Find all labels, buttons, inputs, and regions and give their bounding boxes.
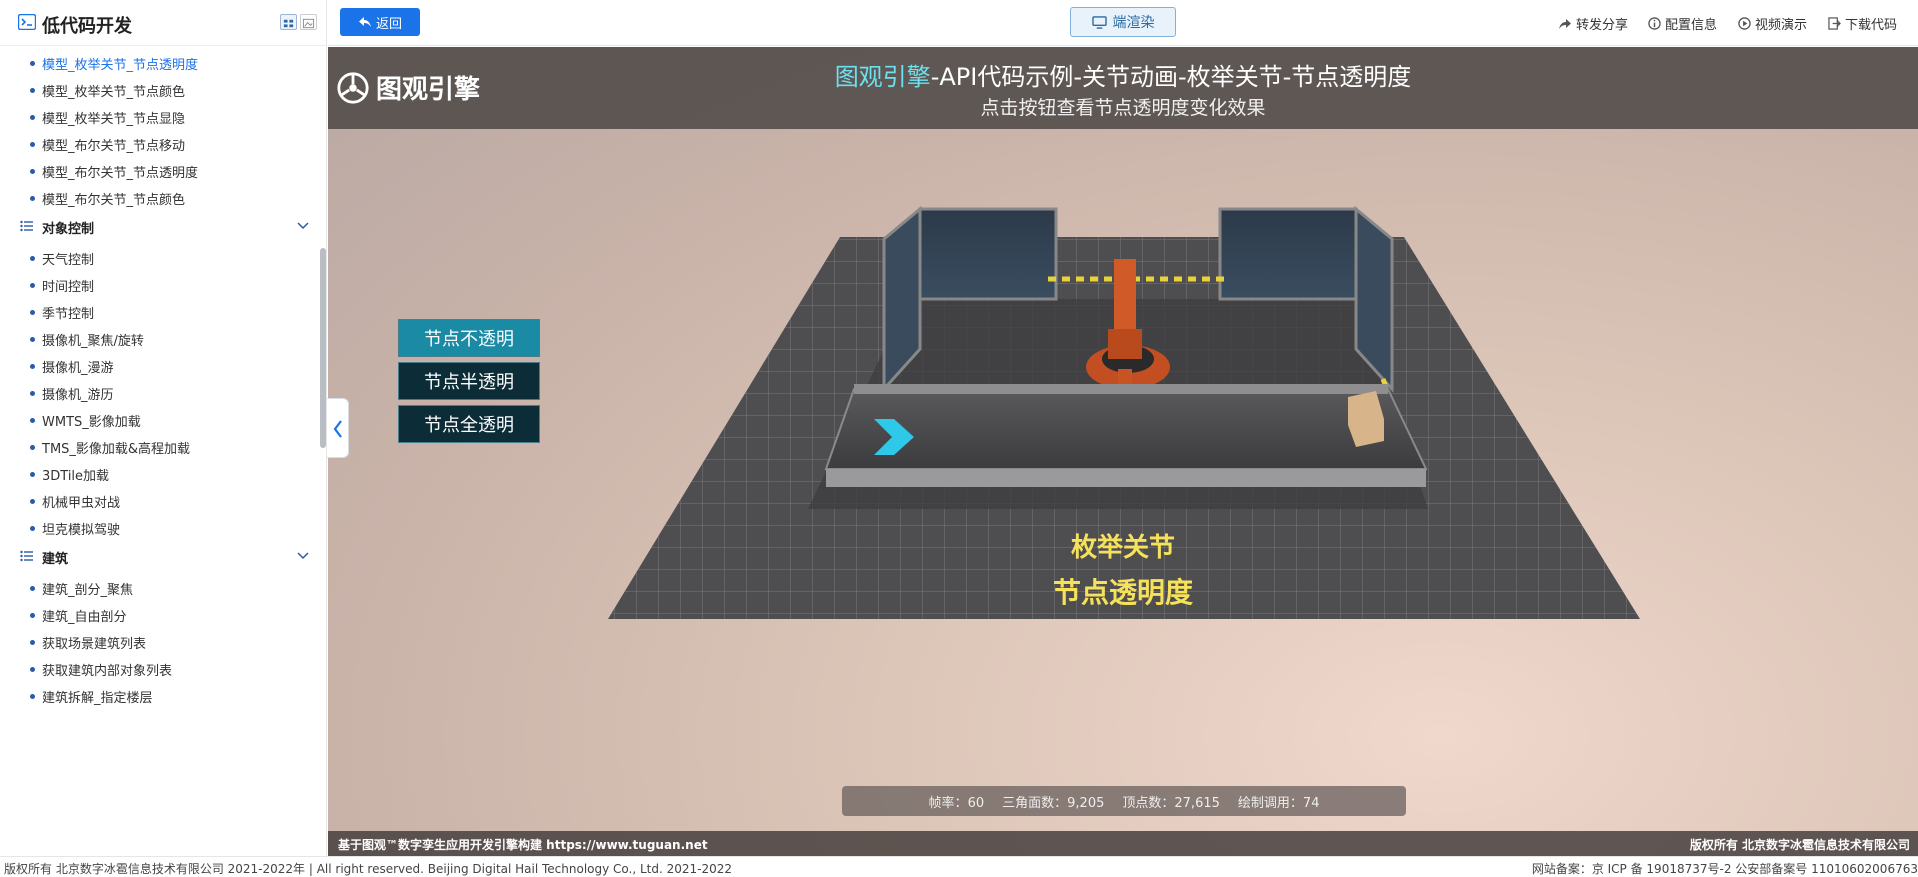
title-rest: -API代码示例-关节动画-枚举关节-节点透明度 xyxy=(930,63,1412,91)
render-label: 端渲染 xyxy=(1112,15,1155,31)
glass-wall-right xyxy=(1218,207,1358,301)
sidebar-item[interactable]: 季节控制 xyxy=(29,303,94,322)
footer-copyright: 版权所有 北京数字冰雹信息技术有限公司 xyxy=(1689,838,1910,852)
page-footer: 版权所有 北京数字冰雹信息技术有限公司 2021-2022年 | All rig… xyxy=(0,856,1918,877)
download-label: 下载代码 xyxy=(1845,18,1898,33)
play-icon xyxy=(1738,17,1751,30)
group-label: 建筑 xyxy=(42,552,69,567)
sidebar-item[interactable]: 模型_枚举关节_节点透明度 xyxy=(29,54,198,73)
fully-transparent-button[interactable]: 节点全透明 xyxy=(398,405,540,443)
conveyor-rail xyxy=(854,384,1388,394)
share-icon xyxy=(1559,18,1571,29)
copyright-text: 版权所有 北京数字冰雹信息技术有限公司 2021-2022年 | All rig… xyxy=(4,862,733,876)
scene-label-line1: 枚举关节 xyxy=(1071,532,1175,563)
render-mode-button[interactable]: 端渲染 xyxy=(1070,7,1176,37)
sidebar-item[interactable]: 模型_枚举关节_节点显隐 xyxy=(29,108,185,127)
top-bar: 返回 端渲染 转发分享 配置信息 视频演示 下载代码 xyxy=(328,0,1918,46)
sidebar-item[interactable]: 摄像机_漫游 xyxy=(30,357,114,376)
icp-record[interactable]: 网站备案：京 ICP 备 19018737号-2 公安部备案号 11010602… xyxy=(1532,860,1918,877)
collapse-sidebar-button[interactable] xyxy=(327,398,349,458)
grid-view-icon[interactable] xyxy=(280,14,297,30)
scene-canvas[interactable]: 枚举关节 节点透明度 xyxy=(328,129,1918,829)
stat-vertices: 顶点数：27,615 xyxy=(1122,795,1220,811)
download-code-link[interactable]: 下载代码 xyxy=(1828,14,1897,33)
sidebar-list[interactable]: 模型_枚举关节_节点透明度 模型_枚举关节_节点颜色 模型_枚举关节_节点显隐 … xyxy=(0,46,326,856)
share-label: 转发分享 xyxy=(1576,18,1629,33)
viewport-footer: 基于图观™数字孪生应用开发引擎构建 https://www.tuguan.net… xyxy=(328,831,1918,856)
sidebar-item[interactable]: 时间控制 xyxy=(29,276,94,295)
sidebar-item[interactable]: 模型_布尔关节_节点透明度 xyxy=(29,162,198,181)
sidebar-item[interactable]: 建筑_自由剖分 xyxy=(30,606,127,625)
sidebar-title: 低代码开发 xyxy=(42,16,132,37)
list-icon xyxy=(20,550,33,562)
stat-triangles: 三角面数：9,205 xyxy=(1002,795,1105,811)
sidebar-item[interactable]: 摄像机_游历 xyxy=(30,384,114,403)
chevron-down-icon[interactable] xyxy=(296,218,310,232)
video-demo-link[interactable]: 视频演示 xyxy=(1738,14,1807,33)
sidebar-item[interactable]: 机械甲虫对战 xyxy=(29,492,120,511)
opaque-button[interactable]: 节点不透明 xyxy=(398,319,540,357)
render-stats: 帧率：60 三角面数：9,205 顶点数：27,615 绘制调用：74 xyxy=(842,786,1406,816)
conveyor-front xyxy=(826,469,1426,487)
image-view-icon[interactable] xyxy=(300,14,317,30)
viewport-title: 图观引擎-API代码示例-关节动画-枚举关节-节点透明度 xyxy=(328,57,1918,92)
sidebar-item[interactable]: TMS_影像加载&高程加载 xyxy=(29,438,190,457)
sidebar-header: 低代码开发 xyxy=(0,0,326,46)
monitor-icon xyxy=(1091,15,1107,29)
sidebar-scrollbar[interactable] xyxy=(320,248,326,448)
sidebar-item[interactable]: 模型_枚举关节_节点颜色 xyxy=(29,81,185,100)
sidebar-item[interactable]: 模型_布尔关节_节点移动 xyxy=(29,135,185,154)
sidebar-item[interactable]: 坦克模拟驾驶 xyxy=(29,519,120,538)
config-info-link[interactable]: 配置信息 xyxy=(1648,14,1717,33)
semi-transparent-button[interactable]: 节点半透明 xyxy=(398,362,540,400)
viewport-header: 图观引擎 图观引擎-API代码示例-关节动画-枚举关节-节点透明度 点击按钮查看… xyxy=(328,47,1918,129)
list-icon xyxy=(20,220,33,232)
glass-wall-left xyxy=(918,207,1058,301)
back-button[interactable]: 返回 xyxy=(340,8,420,36)
sidebar-item[interactable]: 天气控制 xyxy=(29,249,94,268)
sidebar-item[interactable]: WMTS_影像加载 xyxy=(30,411,141,430)
footer-credit: 基于图观™数字孪生应用开发引擎构建 https://www.tuguan.net xyxy=(338,838,708,852)
info-icon xyxy=(1648,17,1661,30)
viewport-subtitle: 点击按钮查看节点透明度变化效果 xyxy=(980,97,1266,119)
sidebar-item[interactable]: 3DTile加载 xyxy=(29,465,109,484)
sidebar-item[interactable]: 获取场景建筑列表 xyxy=(29,633,146,652)
sidebar-item[interactable]: 建筑_剖分_聚焦 xyxy=(29,579,133,598)
scene-label-line2: 节点透明度 xyxy=(1053,576,1193,609)
back-arrow-icon xyxy=(358,17,371,27)
chevron-down-icon[interactable] xyxy=(296,548,310,562)
stat-fps: 帧率：60 xyxy=(928,795,985,811)
3d-viewport[interactable]: 图观引擎 图观引擎-API代码示例-关节动画-枚举关节-节点透明度 点击按钮查看… xyxy=(328,47,1918,856)
conveyor-top xyxy=(824,388,1428,470)
sidebar-item[interactable]: 摄像机_聚焦/旋转 xyxy=(30,330,144,349)
robot-arm-joint xyxy=(1108,329,1142,359)
title-brand: 图观引擎 xyxy=(834,63,931,91)
share-link[interactable]: 转发分享 xyxy=(1558,14,1628,33)
sidebar: 低代码开发 模型_枚举关节_节点透明度 模型_枚举关节_节点颜色 模型_枚举关节… xyxy=(0,0,327,856)
stat-draw-calls: 绘制调用：74 xyxy=(1237,795,1320,811)
config-label: 配置信息 xyxy=(1665,18,1718,33)
sidebar-item[interactable]: 模型_布尔关节_节点颜色 xyxy=(29,189,185,208)
chevron-left-icon xyxy=(333,420,342,438)
download-icon xyxy=(1828,17,1841,30)
terminal-icon xyxy=(18,14,36,30)
group-label: 对象控制 xyxy=(42,222,95,237)
sidebar-item[interactable]: 建筑拆解_指定楼层 xyxy=(30,687,153,706)
sidebar-item[interactable]: 获取建筑内部对象列表 xyxy=(29,660,172,679)
back-label: 返回 xyxy=(375,16,402,32)
video-label: 视频演示 xyxy=(1755,18,1808,33)
